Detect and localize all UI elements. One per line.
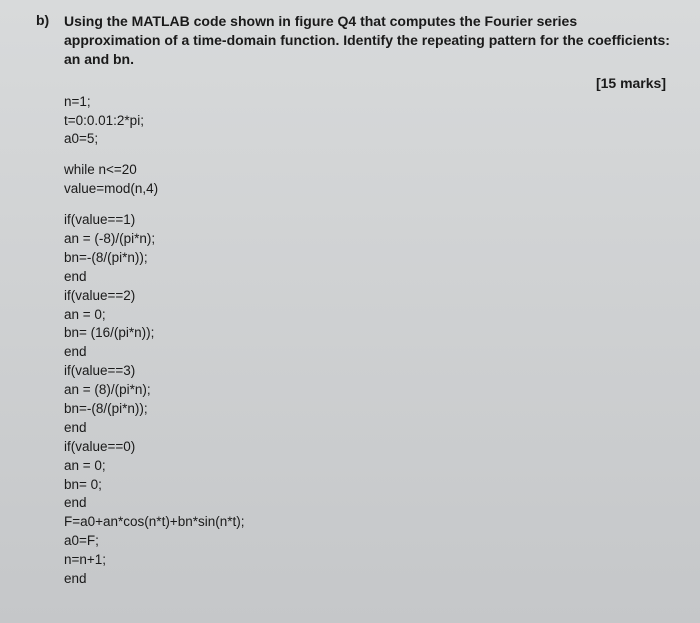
question-header: b) Using the MATLAB code shown in figure… xyxy=(36,12,670,69)
code-line: n=1; xyxy=(64,93,670,112)
code-line: an = (-8)/(pi*n); xyxy=(64,230,670,249)
code-line: if(value==0) xyxy=(64,438,670,457)
code-line: end xyxy=(64,570,670,589)
code-block: n=1; t=0:0.01:2*pi; a0=5; while n<=20 va… xyxy=(64,93,670,589)
code-line: an = (8)/(pi*n); xyxy=(64,381,670,400)
code-line: bn= (16/(pi*n)); xyxy=(64,324,670,343)
code-line: end xyxy=(64,343,670,362)
code-line: an = 0; xyxy=(64,457,670,476)
code-line: if(value==3) xyxy=(64,362,670,381)
marks-label: [15 marks] xyxy=(36,75,670,91)
question-text: Using the MATLAB code shown in figure Q4… xyxy=(64,12,670,69)
code-line: a0=F; xyxy=(64,532,670,551)
code-line: end xyxy=(64,419,670,438)
code-line: while n<=20 xyxy=(64,161,670,180)
code-line: bn=-(8/(pi*n)); xyxy=(64,249,670,268)
question-label: b) xyxy=(36,12,54,69)
code-line: bn= 0; xyxy=(64,476,670,495)
code-line: end xyxy=(64,494,670,513)
code-line: an = 0; xyxy=(64,306,670,325)
code-line: t=0:0.01:2*pi; xyxy=(64,112,670,131)
code-line: value=mod(n,4) xyxy=(64,180,670,199)
code-line: a0=5; xyxy=(64,130,670,149)
code-line: if(value==1) xyxy=(64,211,670,230)
code-line: F=a0+an*cos(n*t)+bn*sin(n*t); xyxy=(64,513,670,532)
code-line: n=n+1; xyxy=(64,551,670,570)
code-line: bn=-(8/(pi*n)); xyxy=(64,400,670,419)
code-line: end xyxy=(64,268,670,287)
code-line: if(value==2) xyxy=(64,287,670,306)
